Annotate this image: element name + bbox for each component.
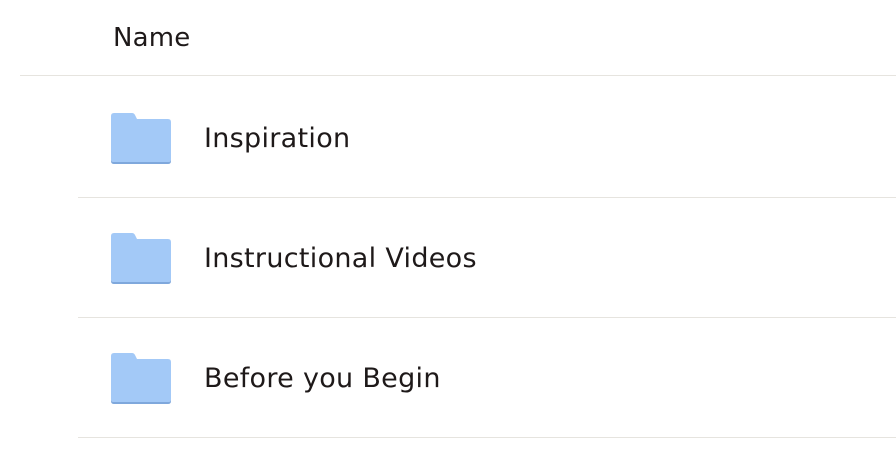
table-row[interactable]: Inspiration [78,78,896,198]
folder-icon [110,112,172,164]
folder-name[interactable]: Instructional Videos [204,242,477,276]
folder-name[interactable]: Inspiration [204,122,350,156]
table-row[interactable]: Instructional Videos [78,198,896,318]
column-header-name[interactable]: Name [113,22,191,54]
folder-name[interactable]: Before you Begin [204,362,441,396]
folder-icon [110,352,172,404]
table-row[interactable]: Before you Begin [78,318,896,438]
table-header: Name [20,0,896,76]
folder-icon [110,232,172,284]
